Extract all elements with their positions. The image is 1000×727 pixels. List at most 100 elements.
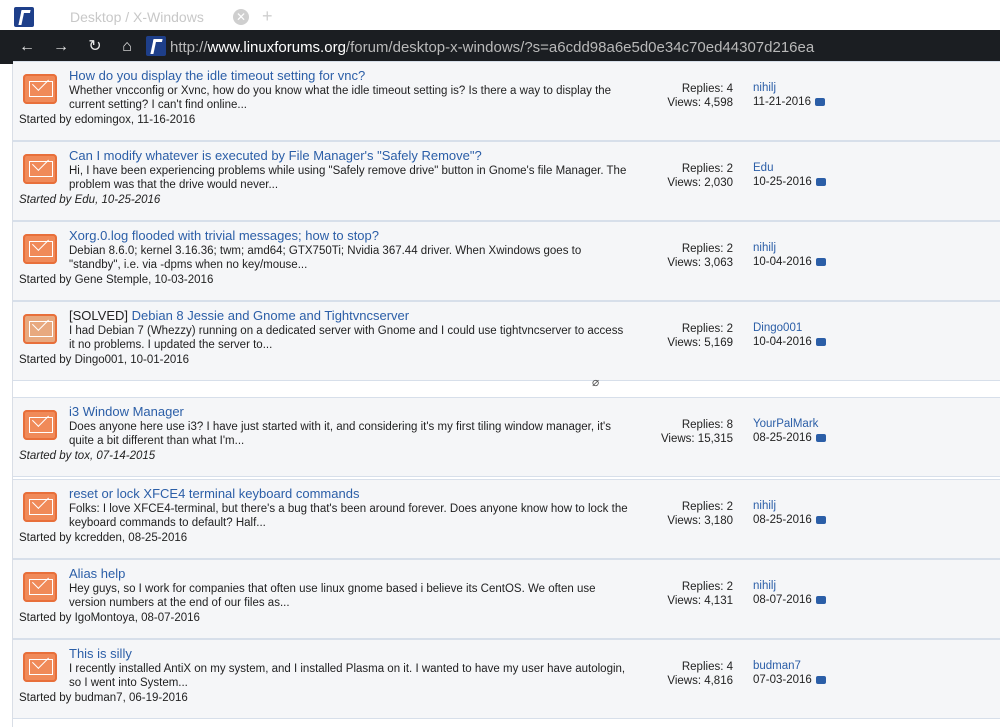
thread-solved-icon: [23, 314, 57, 344]
thread-starter: Started by Edu, 10-25-2016: [19, 194, 161, 206]
thread-excerpt: Whether vncconfig or Xvnc, how do you kn…: [69, 85, 612, 111]
last-post-user-link[interactable]: Edu: [753, 161, 826, 175]
last-post-date: 07-03-2016: [753, 674, 812, 686]
last-post-date: 10-04-2016: [753, 256, 812, 268]
reload-icon[interactable]: ↻: [84, 36, 106, 58]
thread-row: i3 Window Manager Does anyone here use i…: [13, 397, 1000, 477]
thread-starter: Started by Gene Stemple, 10-03-2016: [19, 274, 214, 286]
thread-status-envelope-icon: [23, 234, 57, 264]
thread-title-link[interactable]: How do you display the idle timeout sett…: [69, 68, 365, 83]
last-post-user-link[interactable]: budman7: [753, 659, 826, 673]
thread-stats: Replies: 2 Views: 3,180: [633, 500, 733, 528]
thread-excerpt: Does anyone here use i3? I have just sta…: [69, 421, 611, 447]
thread-title-link[interactable]: Alias help: [69, 566, 125, 581]
thread-views: Views: 2,030: [667, 177, 733, 189]
thread-title-link[interactable]: [SOLVED] Debian 8 Jessie and Gnome and T…: [69, 308, 409, 323]
address-bar[interactable]: http://www.linuxforums.org/forum/desktop…: [170, 39, 814, 56]
url-prefix: http://: [170, 39, 208, 56]
last-post-date: 10-04-2016: [753, 336, 812, 348]
mouse-cursor-icon: ⌀: [592, 375, 600, 389]
last-post-user-link[interactable]: nihilj: [753, 499, 826, 513]
last-post-date: 10-25-2016: [753, 176, 812, 188]
thread-stats: Replies: 2 Views: 5,169: [633, 322, 733, 350]
thread-title-link[interactable]: Can I modify whatever is executed by Fil…: [69, 148, 482, 163]
tab-desktop-x-windows[interactable]: Desktop / X-Windows ✕: [40, 0, 260, 34]
last-post-user-link[interactable]: nihilj: [753, 81, 825, 95]
thread-views: Views: 4,816: [667, 675, 733, 687]
thread-row: Alias help Hey guys, so I work for compa…: [13, 559, 1000, 639]
thread-row: Can I modify whatever is executed by Fil…: [13, 141, 1000, 221]
tab-bar: Desktop / X-Windows ✕ +: [0, 0, 1000, 34]
go-to-last-post-icon[interactable]: [815, 337, 826, 346]
navigation-bar: ← → ↻ ⌂ http://www.linuxforums.org/forum…: [0, 30, 1000, 64]
tab-title: Desktop / X-Windows: [70, 9, 204, 25]
thread-views: Views: 5,169: [667, 337, 733, 349]
go-to-last-post-icon[interactable]: [815, 595, 826, 604]
last-post-user-link[interactable]: nihilj: [753, 579, 826, 593]
thread-title-link[interactable]: Xorg.0.log flooded with trivial messages…: [69, 228, 379, 243]
thread-row: This is silly I recently installed AntiX…: [13, 639, 1000, 719]
thread-starter: Started by budman7, 06-19-2016: [19, 692, 188, 704]
thread-title-link[interactable]: i3 Window Manager: [69, 404, 184, 419]
thread-replies: Replies: 2: [681, 243, 733, 255]
thread-excerpt: Debian 8.6.0; kernel 3.16.36; twm; amd64…: [69, 245, 582, 271]
new-tab-icon[interactable]: +: [262, 6, 273, 27]
thread-excerpt: Hey guys, so I work for companies that o…: [69, 583, 596, 609]
thread-replies: Replies: 2: [681, 323, 733, 335]
thread-starter: Started by edomingox, 11-16-2016: [19, 114, 196, 126]
go-to-last-post-icon[interactable]: [815, 515, 826, 524]
thread-list: How do you display the idle timeout sett…: [12, 61, 1000, 727]
thread-status-envelope-icon: [23, 74, 57, 104]
go-to-last-post-icon[interactable]: [815, 433, 826, 442]
last-post: nihilj 08-25-2016: [753, 499, 826, 527]
thread-replies: Replies: 4: [681, 661, 733, 673]
thread-excerpt: I had Debian 7 (Whezzy) running on a ded…: [69, 325, 624, 351]
url-domain: www.linuxforums.org: [207, 39, 346, 56]
thread-replies: Replies: 2: [681, 581, 733, 593]
thread-status-envelope-icon: [23, 492, 57, 522]
thread-starter: Started by kcredden, 08-25-2016: [19, 532, 188, 544]
last-post-date: 11-21-2016: [753, 96, 811, 108]
thread-replies: Replies: 4: [681, 83, 733, 95]
go-to-last-post-icon[interactable]: [815, 675, 826, 684]
thread-row: reset or lock XFCE4 terminal keyboard co…: [13, 479, 1000, 559]
thread-views: Views: 3,063: [667, 257, 733, 269]
thread-status-envelope-icon: [23, 652, 57, 682]
go-to-last-post-icon[interactable]: [814, 97, 825, 106]
thread-row: Xorg.0.log flooded with trivial messages…: [13, 221, 1000, 301]
go-to-last-post-icon[interactable]: [815, 177, 826, 186]
thread-row: How do you display the idle timeout sett…: [13, 61, 1000, 141]
thread-views: Views: 3,180: [667, 515, 733, 527]
thread-views: Views: 4,131: [667, 595, 733, 607]
linuxforums-logo-icon: [14, 7, 34, 27]
thread-stats: Replies: 4 Views: 4,598: [633, 82, 733, 110]
home-icon[interactable]: ⌂: [116, 36, 138, 58]
thread-stats: Replies: 2 Views: 4,131: [633, 580, 733, 608]
thread-starter: Started by Dingo001, 10-01-2016: [19, 354, 190, 366]
thread-title-link[interactable]: reset or lock XFCE4 terminal keyboard co…: [69, 486, 359, 501]
go-to-last-post-icon[interactable]: [815, 257, 826, 266]
thread-stats: Replies: 8 Views: 15,315: [633, 418, 733, 446]
close-tab-icon[interactable]: ✕: [233, 9, 249, 25]
thread-stats: Replies: 2 Views: 2,030: [633, 162, 733, 190]
thread-row: [SOLVED] Debian 8 Jessie and Gnome and T…: [13, 301, 1000, 381]
forward-icon[interactable]: →: [50, 36, 72, 58]
last-post: Dingo001 10-04-2016: [753, 321, 826, 349]
last-post: nihilj 08-07-2016: [753, 579, 826, 607]
last-post-user-link[interactable]: YourPalMark: [753, 417, 826, 431]
thread-status-envelope-icon: [23, 410, 57, 440]
thread-views: Views: 4,598: [667, 97, 733, 109]
site-favicon-icon: [146, 36, 166, 56]
last-post-user-link[interactable]: Dingo001: [753, 321, 826, 335]
thread-replies: Replies: 8: [681, 419, 733, 431]
thread-excerpt: Hi, I have been experiencing problems wh…: [69, 165, 627, 191]
back-icon[interactable]: ←: [16, 36, 38, 58]
thread-excerpt: I recently installed AntiX on my system,…: [69, 663, 626, 689]
thread-title-link[interactable]: This is silly: [69, 646, 132, 661]
last-post: nihilj 11-21-2016: [753, 81, 825, 109]
thread-starter: Started by tox, 07-14-2015: [19, 450, 156, 462]
thread-status-envelope-icon: [23, 572, 57, 602]
thread-views: Views: 15,315: [660, 433, 733, 445]
last-post: budman7 07-03-2016: [753, 659, 826, 687]
last-post-user-link[interactable]: nihilj: [753, 241, 826, 255]
